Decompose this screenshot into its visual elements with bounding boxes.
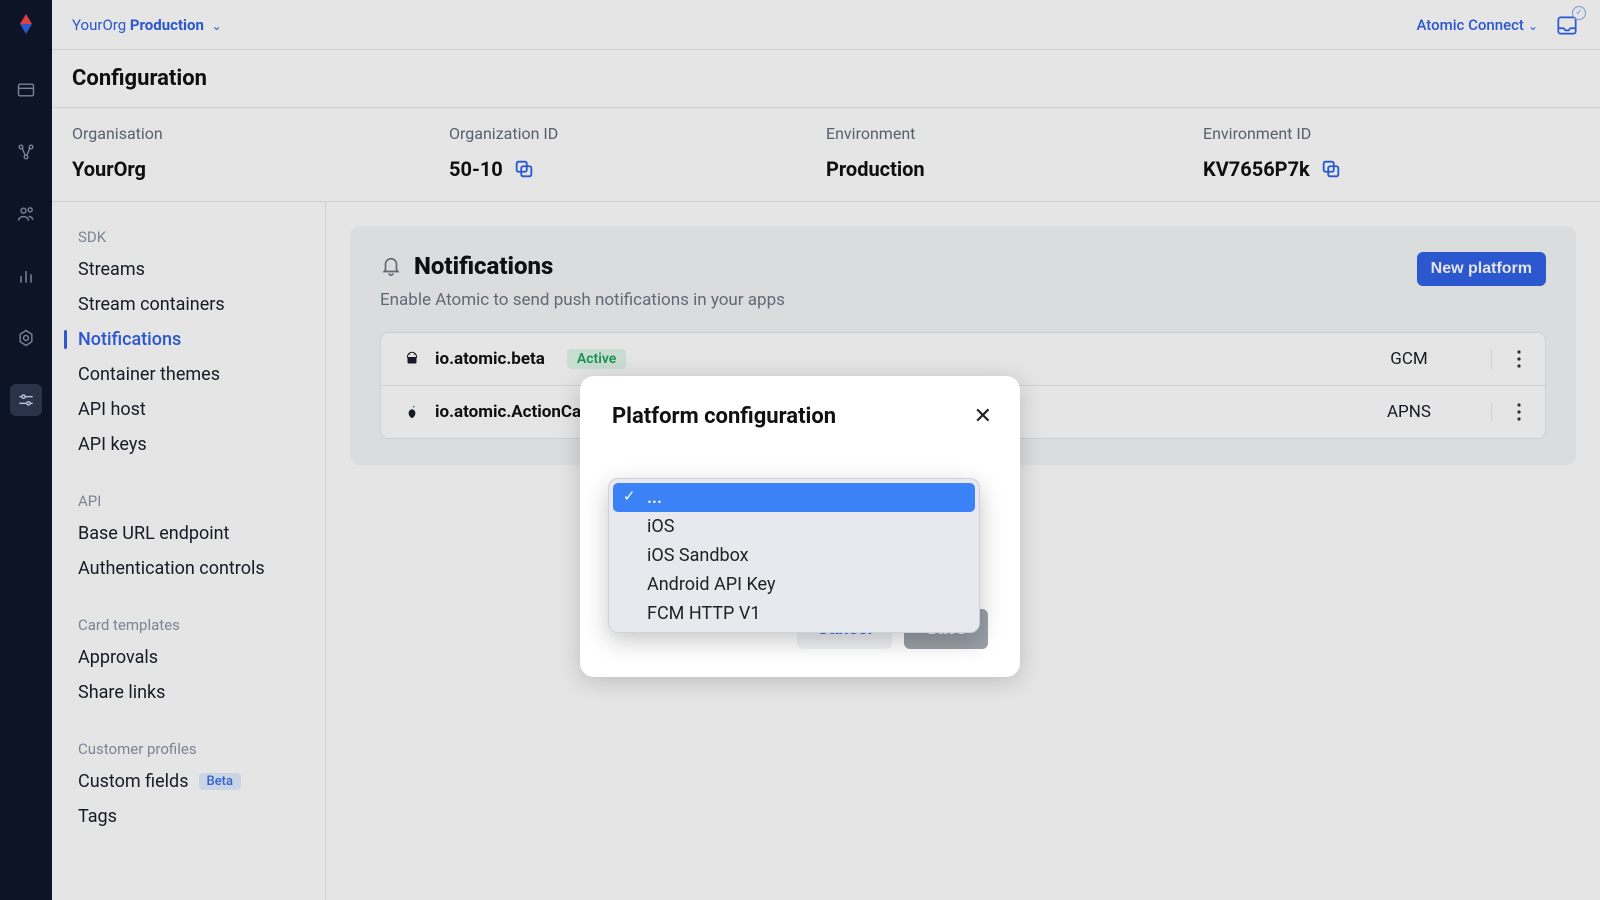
platform-select-popup: ... iOS iOS Sandbox Android API Key FCM … bbox=[608, 478, 980, 633]
select-option[interactable]: ... bbox=[613, 483, 975, 512]
select-option[interactable]: FCM HTTP V1 bbox=[613, 599, 975, 628]
modal-title: Platform configuration bbox=[612, 404, 988, 429]
select-option[interactable]: iOS bbox=[613, 512, 975, 541]
select-option[interactable]: iOS Sandbox bbox=[613, 541, 975, 570]
select-option[interactable]: Android API Key bbox=[613, 570, 975, 599]
close-icon[interactable]: ✕ bbox=[974, 404, 992, 429]
